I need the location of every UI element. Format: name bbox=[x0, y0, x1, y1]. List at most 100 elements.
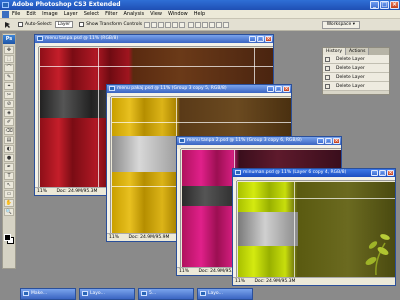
zoom-level[interactable]: 11% bbox=[179, 268, 197, 275]
menu-image[interactable]: Image bbox=[42, 11, 58, 17]
zoom-level[interactable]: 11% bbox=[37, 188, 55, 195]
history-row[interactable]: Delete Layer bbox=[323, 64, 389, 73]
ps-menu-icon[interactable] bbox=[2, 10, 9, 18]
menu-analysis[interactable]: Analysis bbox=[124, 11, 145, 17]
ruler-vertical[interactable] bbox=[107, 97, 111, 233]
ruler-horizontal[interactable] bbox=[237, 177, 395, 181]
history-row-label: Delete Layer bbox=[336, 74, 365, 80]
align-middle-button[interactable] bbox=[151, 21, 158, 28]
eraser-tool[interactable]: ⌫ bbox=[4, 127, 14, 135]
menu-filter[interactable]: Filter bbox=[105, 11, 117, 17]
history-row-label: Delete Layer bbox=[336, 83, 365, 89]
crop-tool[interactable]: ⌖ bbox=[4, 82, 14, 90]
minimized-document[interactable]: Layo... bbox=[197, 288, 253, 300]
history-panel: History Actions Delete Layer Delete Laye… bbox=[322, 47, 390, 95]
marquee-tool[interactable]: ⬚ bbox=[4, 55, 14, 63]
gradient-tool[interactable]: ▤ bbox=[4, 136, 14, 144]
document-icon bbox=[200, 291, 206, 296]
tab-actions[interactable]: Actions bbox=[346, 48, 370, 55]
document-canvas[interactable] bbox=[238, 182, 395, 277]
history-row[interactable]: Delete Layer bbox=[323, 55, 389, 64]
dodge-tool[interactable]: ◐ bbox=[4, 145, 14, 153]
distribute-right-button[interactable] bbox=[223, 21, 230, 28]
doc-close-button[interactable]: × bbox=[283, 86, 290, 92]
ruler-horizontal[interactable] bbox=[181, 145, 341, 149]
doc-close-button[interactable]: × bbox=[333, 138, 340, 144]
document-statusbar: 11% Doc: 24.9M/95.3M bbox=[233, 277, 395, 285]
history-row[interactable]: Delete Layer bbox=[323, 73, 389, 82]
doc-maximize-button[interactable]: □ bbox=[325, 138, 332, 144]
app-title: Adobe Photoshop CS3 Extended bbox=[12, 1, 121, 8]
menu-select[interactable]: Select bbox=[84, 11, 99, 17]
align-bottom-button[interactable] bbox=[158, 21, 165, 28]
tab-history[interactable]: History bbox=[323, 48, 347, 55]
brush-tool[interactable]: ◈ bbox=[4, 109, 14, 117]
distribute-bottom-button[interactable] bbox=[202, 21, 209, 28]
blur-tool[interactable]: ● bbox=[4, 154, 14, 162]
align-top-button[interactable] bbox=[144, 21, 151, 28]
menu-view[interactable]: View bbox=[150, 11, 162, 17]
doc-maximize-button[interactable]: □ bbox=[379, 170, 386, 176]
move-tool[interactable]: ✥ bbox=[4, 46, 14, 54]
doc-maximize-button[interactable]: □ bbox=[257, 36, 264, 42]
ruler-vertical[interactable] bbox=[35, 47, 39, 187]
hand-tool[interactable]: ✋ bbox=[4, 199, 14, 207]
maximize-button[interactable]: □ bbox=[380, 1, 389, 9]
doc-close-button[interactable]: × bbox=[387, 170, 394, 176]
document-titlebar[interactable]: menu tanpa.psd @ 11% (RGB/8) _ □ × bbox=[35, 35, 273, 43]
align-left-button[interactable] bbox=[165, 21, 172, 28]
doc-minimize-button[interactable]: _ bbox=[371, 170, 378, 176]
zoom-level[interactable]: 11% bbox=[109, 234, 127, 241]
minimized-document[interactable]: Layo... bbox=[79, 288, 135, 300]
menu-file[interactable]: File bbox=[12, 11, 20, 17]
doc-minimize-button[interactable]: _ bbox=[249, 36, 256, 42]
doc-minimize-button[interactable]: _ bbox=[267, 86, 274, 92]
document-titlebar[interactable]: menu tanpa 2.psd @ 11% (Group 3 copy 6, … bbox=[177, 137, 341, 145]
doc-maximize-button[interactable]: □ bbox=[275, 86, 282, 92]
shape-tool[interactable]: ▭ bbox=[4, 190, 14, 198]
history-row[interactable]: Delete Layer bbox=[323, 82, 389, 91]
close-button[interactable]: × bbox=[390, 1, 399, 9]
healing-tool[interactable]: ⊘ bbox=[4, 100, 14, 108]
clone-stamp-tool[interactable]: ✐ bbox=[4, 118, 14, 126]
menu-help[interactable]: Help bbox=[194, 11, 205, 17]
zoom-tool[interactable]: 🔍 bbox=[4, 208, 14, 216]
quick-select-tool[interactable]: ✎ bbox=[4, 73, 14, 81]
document-controls: _ □ × bbox=[371, 170, 394, 176]
menu-layer[interactable]: Layer bbox=[64, 11, 78, 17]
ruler-vertical[interactable] bbox=[177, 149, 181, 267]
slice-tool[interactable]: ✂ bbox=[4, 91, 14, 99]
ruler-vertical[interactable] bbox=[233, 181, 237, 277]
auto-select-checkbox[interactable] bbox=[18, 22, 23, 27]
distribute-center-button[interactable] bbox=[216, 21, 223, 28]
distribute-middle-button[interactable] bbox=[195, 21, 202, 28]
move-tool-icon[interactable] bbox=[4, 21, 12, 29]
document-titlebar[interactable]: minuman.psd @ 11% (Layer 6 copy 4, RGB/8… bbox=[233, 169, 395, 177]
doc-minimize-button[interactable]: _ bbox=[317, 138, 324, 144]
workspace-button[interactable]: Workspace ▾ bbox=[321, 21, 360, 29]
align-center-button[interactable] bbox=[172, 21, 179, 28]
foreground-color-swatch[interactable] bbox=[4, 234, 11, 241]
ruler-horizontal[interactable] bbox=[111, 93, 291, 97]
menu-edit[interactable]: Edit bbox=[26, 11, 36, 17]
zoom-level[interactable]: 11% bbox=[235, 278, 253, 285]
doc-close-button[interactable]: × bbox=[265, 36, 272, 42]
document-window-minuman[interactable]: minuman.psd @ 11% (Layer 6 copy 4, RGB/8… bbox=[232, 168, 396, 286]
distribute-top-button[interactable] bbox=[188, 21, 195, 28]
minimized-document[interactable]: Make... bbox=[20, 288, 76, 300]
document-titlebar[interactable]: menu pakaj.psd @ 11% (Group 3 copy 5, RG… bbox=[107, 85, 291, 93]
transform-controls-checkbox[interactable] bbox=[79, 22, 85, 27]
silver-band bbox=[112, 136, 181, 172]
lasso-tool[interactable]: ⌒ bbox=[4, 64, 14, 72]
align-right-button[interactable] bbox=[179, 21, 186, 28]
minimized-document[interactable]: 5... bbox=[138, 288, 194, 300]
pen-tool[interactable]: ✒ bbox=[4, 163, 14, 171]
path-select-tool[interactable]: ↖ bbox=[4, 181, 14, 189]
minimize-button[interactable]: _ bbox=[370, 1, 379, 9]
auto-select-dropdown[interactable]: Layer bbox=[54, 21, 74, 28]
menu-window[interactable]: Window bbox=[168, 11, 188, 17]
ruler-horizontal[interactable] bbox=[39, 43, 273, 47]
distribute-left-button[interactable] bbox=[209, 21, 216, 28]
history-state-icon bbox=[325, 65, 330, 71]
type-tool[interactable]: T bbox=[4, 172, 14, 180]
